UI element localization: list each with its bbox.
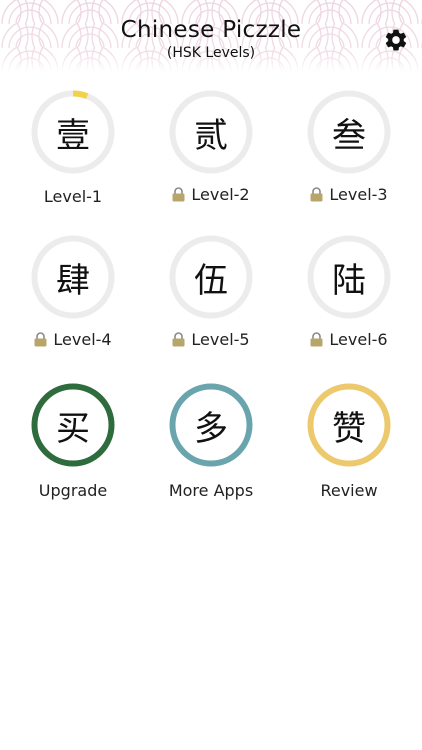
review-button[interactable]: 赞 Review	[284, 382, 414, 512]
upgrade-button[interactable]: 买 Upgrade	[8, 382, 138, 512]
level-glyph: 叁	[332, 115, 366, 156]
level-label: Level-1	[43, 187, 103, 206]
more-apps-button[interactable]: 多 More Apps	[146, 382, 276, 512]
level-tile-5[interactable]: 伍 Level-5	[146, 234, 276, 364]
level-label: Level-6	[284, 330, 414, 349]
review-label: Review	[320, 481, 378, 500]
lock-icon	[172, 187, 185, 202]
app-subtitle: (HSK Levels)	[166, 45, 256, 61]
level-label: Level-4	[8, 330, 138, 349]
gear-icon[interactable]	[383, 27, 409, 53]
level-tile-3[interactable]: 叁 Level-3	[284, 89, 414, 219]
level-glyph: 贰	[194, 115, 228, 156]
level-tile-6[interactable]: 陆 Level-6	[284, 234, 414, 364]
level-label: Level-5	[146, 330, 276, 349]
level-glyph: 伍	[194, 260, 228, 301]
level-label: Level-3	[284, 185, 414, 204]
level-tile-1[interactable]: 壹 Level-1	[8, 89, 138, 219]
level-label: Level-2	[146, 185, 276, 204]
lock-icon	[310, 187, 323, 202]
level-glyph: 肆	[56, 260, 90, 301]
lock-icon	[34, 332, 47, 347]
level-glyph: 陆	[332, 260, 366, 301]
level-tile-4[interactable]: 肆 Level-4	[8, 234, 138, 364]
lock-icon	[310, 332, 323, 347]
upgrade-label: Upgrade	[38, 481, 108, 500]
review-glyph: 赞	[332, 408, 366, 449]
level-tile-2[interactable]: 贰 Level-2	[146, 89, 276, 219]
more-apps-label: More Apps	[168, 481, 254, 500]
app-title: Chinese Piczzle	[120, 17, 302, 43]
header-banner: Chinese Piczzle (HSK Levels)	[0, 0, 422, 72]
level-glyph: 壹	[56, 115, 90, 156]
more-apps-glyph: 多	[194, 408, 228, 449]
upgrade-glyph: 买	[56, 408, 90, 449]
lock-icon	[172, 332, 185, 347]
